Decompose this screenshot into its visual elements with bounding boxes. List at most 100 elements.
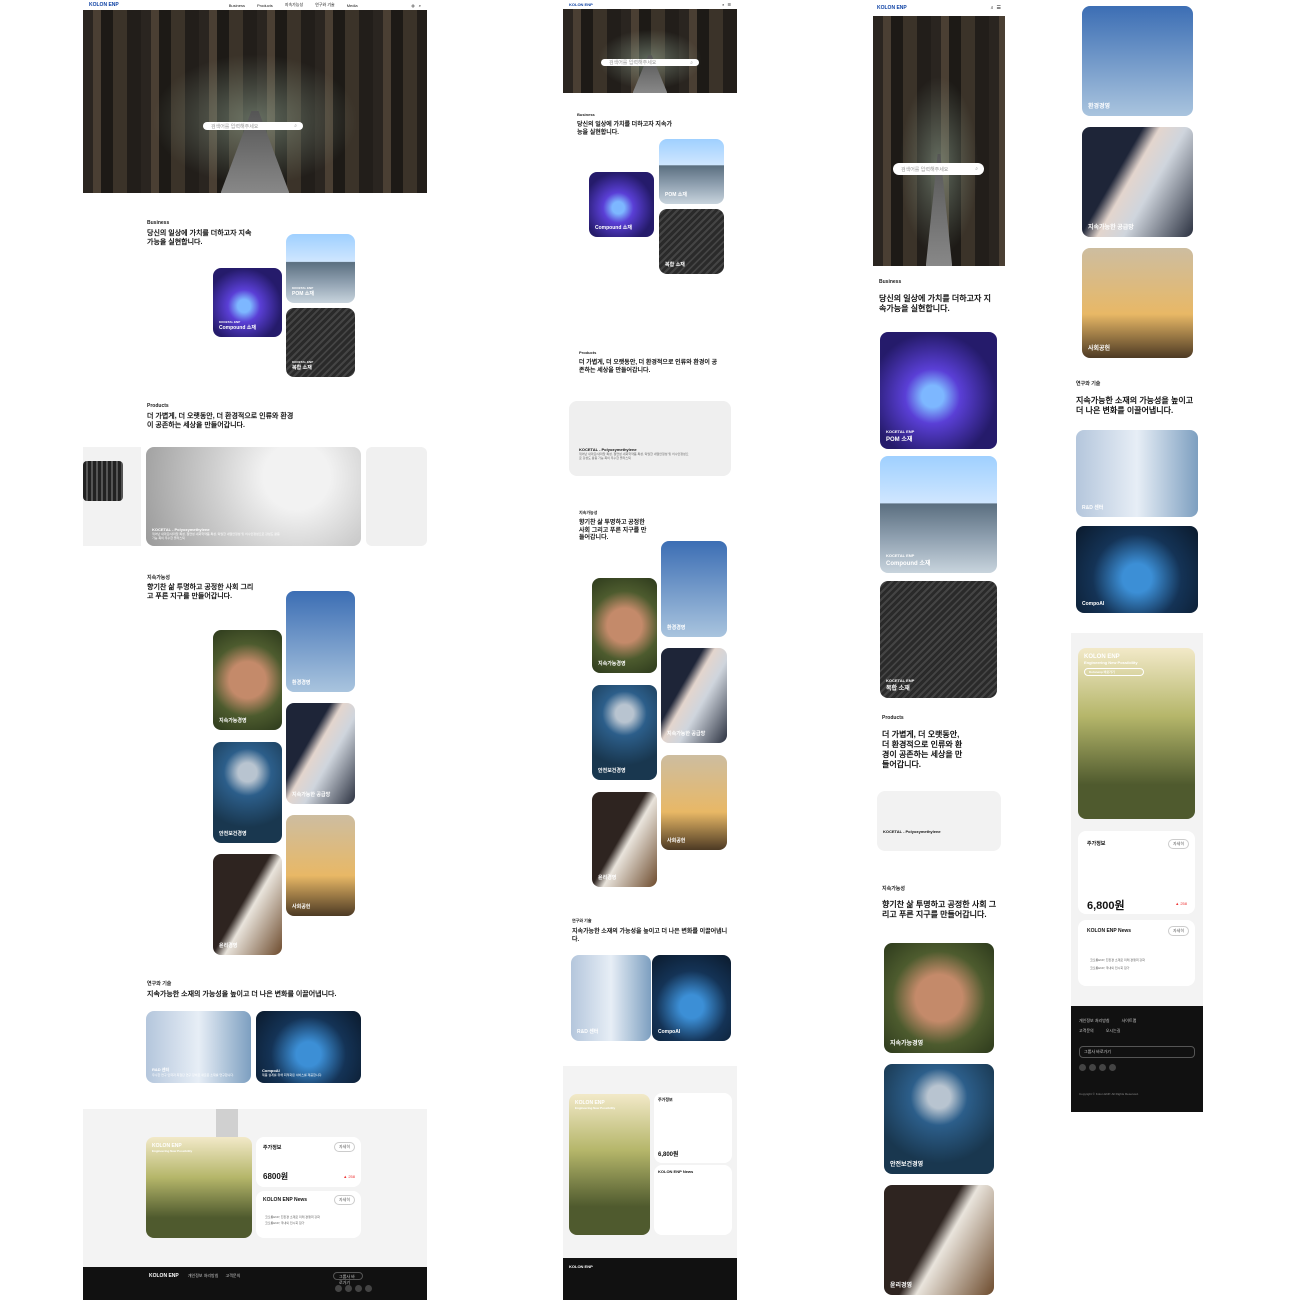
news-panel: KOLON ENP News 자세히 코오롱ENP, 친환경 소재로 미래 경쟁…: [256, 1191, 361, 1238]
mobile-search-icon[interactable]: ⌕: [991, 5, 994, 11]
tablet-hero: 검색어를 입력해주세요 ⌕: [563, 9, 737, 93]
mobile-card-safety[interactable]: 안전보건경영: [884, 1064, 994, 1174]
footer-link-1[interactable]: 개인정보 처리방침: [188, 1273, 219, 1278]
nav-media[interactable]: Media: [347, 3, 358, 8]
mobile-product-slide[interactable]: KOCETAL - Polyoxymethylene: [877, 791, 1001, 851]
youtube-icon[interactable]: [1079, 1064, 1086, 1071]
tablet-card-rnd[interactable]: R&D 센터: [571, 955, 651, 1041]
sustain-label: 지속가능성: [147, 575, 171, 581]
card-supply[interactable]: 지속가능한 공급망: [286, 703, 355, 804]
product-slide[interactable]: KOCETAL - Polyoxymethylene 뛰어난 내마모/내마찰 특성…: [146, 447, 361, 546]
footer: KOLON ENP 개인정보 처리방침 고객문의 그룹사 바로가기: [83, 1267, 427, 1300]
info-accent: [216, 1109, 238, 1139]
facebook-icon[interactable]: [1099, 1064, 1106, 1071]
card-compound[interactable]: KOCETAL ENP Compound 소재: [213, 268, 282, 337]
tablet-footer: KOLON ENP: [563, 1258, 737, 1300]
hero-image: 검색어를 입력해주세요 ⌕: [83, 10, 427, 193]
footer-logo[interactable]: KOLON ENP: [149, 1273, 179, 1279]
tablet-product-slide[interactable]: KOCETAL - Polyoxymethylene 뛰어난 내마모/내마찰 특…: [569, 401, 731, 476]
hero-search[interactable]: 검색어를 입력해주세요 ⌕: [203, 122, 303, 130]
card-ethics[interactable]: 윤리경영: [213, 854, 282, 955]
card-env[interactable]: 환경경영: [286, 591, 355, 692]
products-label: Products: [147, 403, 169, 409]
card-safety[interactable]: 안전보건경영: [213, 742, 282, 843]
instagram-icon[interactable]: [1089, 1064, 1096, 1071]
tablet-card-sustain-mgmt[interactable]: 지속가능경영: [592, 578, 657, 673]
stock-change: ▲ 258: [343, 1174, 355, 1179]
tablet-logo[interactable]: KOLON ENP: [569, 2, 593, 7]
mobile-card-compoai[interactable]: CompoAI: [1076, 526, 1198, 613]
mobile-hero-search[interactable]: 검색어를 입력해주세요 ⌕: [893, 163, 984, 175]
footer-link-2[interactable]: 고객문의: [226, 1273, 241, 1278]
tablet-card-safety[interactable]: 안전보건경영: [592, 685, 657, 780]
mobile-stock-panel: 주가정보 자세히 6,800원 ▲ 258: [1078, 831, 1195, 914]
stock-price: 6800원: [263, 1172, 289, 1181]
mobile-card-ethics[interactable]: 윤리경영: [884, 1185, 994, 1295]
card-composite[interactable]: KOCETAL ENP 복합 소재: [286, 308, 355, 377]
news-more-button[interactable]: 자세히: [333, 1195, 355, 1205]
card-social[interactable]: 사회공헌: [286, 815, 355, 916]
mobile-hero: 검색어를 입력해주세요 ⌕: [873, 16, 1005, 266]
tablet-card-compoai[interactable]: CompoAI: [652, 955, 731, 1041]
tablet-card-pom[interactable]: POM 소재: [659, 139, 724, 204]
card-compoai[interactable]: CompoAI 제품 설계를 위해 최적화된 서비스를 제공합니다.: [256, 1011, 361, 1083]
nav-rnd[interactable]: 연구와 기술: [315, 2, 335, 8]
mobile-footer: 개인정보 처리방침 사이트맵 고객문의 오시는길 그룹사 바로가기 Copyrigh…: [1071, 1006, 1203, 1112]
card-sustain-mgmt[interactable]: 지속가능경영: [213, 630, 282, 730]
tablet-hero-search[interactable]: 검색어를 입력해주세요 ⌕: [601, 59, 699, 66]
nav-products[interactable]: Products: [257, 3, 273, 8]
tablet-search-icon[interactable]: ⌕: [722, 2, 724, 7]
tablet-promo-card[interactable]: KOLON ENP Engineering New Possibility: [569, 1094, 650, 1235]
product-next-slide: [366, 447, 427, 546]
tablet-card-ethics[interactable]: 윤리경영: [592, 792, 657, 887]
mobile-card-supply[interactable]: 지속가능한 공급망: [1082, 127, 1193, 237]
tablet-menu-icon[interactable]: ☰: [727, 2, 731, 7]
nav-business[interactable]: Business: [229, 3, 245, 8]
blog-icon[interactable]: [1109, 1064, 1116, 1071]
mobile-card-social[interactable]: 사회공헌: [1082, 248, 1193, 358]
tablet-card-supply[interactable]: 지속가능한 공급망: [661, 648, 727, 743]
instagram-icon[interactable]: [345, 1285, 352, 1292]
business-title: 당신의 일상에 가치를 더하고자 지속가능을 실현합니다.: [147, 230, 252, 246]
tablet-card-social[interactable]: 사회공헌: [661, 755, 727, 850]
footer-sns: [335, 1285, 375, 1293]
mobile-card-sustain-mgmt[interactable]: 지속가능경영: [884, 943, 994, 1053]
card-pom[interactable]: KOCETAL ENP POM 소재: [286, 234, 355, 303]
youtube-icon[interactable]: [335, 1285, 342, 1292]
tablet-card-compound[interactable]: Compound 소재: [589, 172, 654, 237]
sustain-title: 향기찬 삶 투명하고 공정한 사회 그리고 푸른 지구를 만들어갑니다.: [147, 584, 254, 600]
mobile-news-panel: KOLON ENP News 자세히 코오롱ENP, 친환경 소재로 미래 경쟁…: [1078, 920, 1195, 986]
mobile-promo-card[interactable]: KOLON ENP Engineering New Possibility Kolo…: [1078, 648, 1195, 819]
tablet-card-composite[interactable]: 복합 소재: [659, 209, 724, 274]
logo[interactable]: KOLON ENP: [89, 2, 119, 8]
mobile-logo[interactable]: KOLON ENP: [877, 5, 907, 11]
mobile-card-compound[interactable]: KOCETAL ENP Compound 소재: [880, 456, 997, 573]
mobile-card-pom[interactable]: KOCETAL ENP POM 소재: [880, 332, 997, 449]
mobile-card-env[interactable]: 환경경영: [1082, 6, 1193, 116]
info-section: [83, 1109, 427, 1267]
news-item-2[interactable]: 코오롱ENP, 국내외 전시회 참가: [265, 1221, 304, 1225]
mobile-card-composite[interactable]: KOCETAL ENP 복합 소재: [880, 581, 997, 698]
rnd-label: 연구와 기술: [147, 981, 172, 987]
news-item-1[interactable]: 코오롱ENP, 친환경 소재로 미래 경쟁력 강화: [265, 1215, 320, 1219]
language-icon[interactable]: ◍: [411, 3, 415, 8]
search-icon[interactable]: ⌕: [419, 3, 421, 8]
tablet-card-env[interactable]: 환경경영: [661, 541, 727, 637]
promo-card[interactable]: KOLON ENP Engineering New Possibility: [146, 1137, 252, 1238]
mobile-header: KOLON ENP ⌕ ☰: [873, 0, 1005, 16]
mobile-card-rnd[interactable]: R&D 센터: [1076, 430, 1198, 517]
stock-panel: 주가정보 자세히 6800원 ▲ 258: [256, 1137, 361, 1187]
tablet-stock-panel: 주가정보 6,800원: [654, 1093, 732, 1163]
business-label: Business: [147, 220, 170, 226]
rnd-title: 지속가능한 소재의 가능성을 높이고 더 나은 변화를 이끌어냅니다.: [147, 991, 337, 998]
nav-sustain[interactable]: 지속가능성: [285, 2, 303, 8]
mobile-menu-icon[interactable]: ☰: [997, 5, 1001, 11]
product-prev-slide: [83, 447, 141, 546]
blog-icon[interactable]: [365, 1285, 372, 1292]
facebook-icon[interactable]: [355, 1285, 362, 1292]
stock-more-button[interactable]: 자세히: [333, 1142, 355, 1152]
family-site-select[interactable]: 그룹사 바로가기: [333, 1272, 363, 1285]
card-rnd-center[interactable]: R&D 센터 우수한 연구 인력과 최첨단 연구 장비로 새로운 소재를 연구합니…: [146, 1011, 251, 1083]
tablet-header: KOLON ENP ⌕ ☰: [563, 0, 737, 9]
mobile-family-select[interactable]: 그룹사 바로가기: [1079, 1046, 1195, 1058]
